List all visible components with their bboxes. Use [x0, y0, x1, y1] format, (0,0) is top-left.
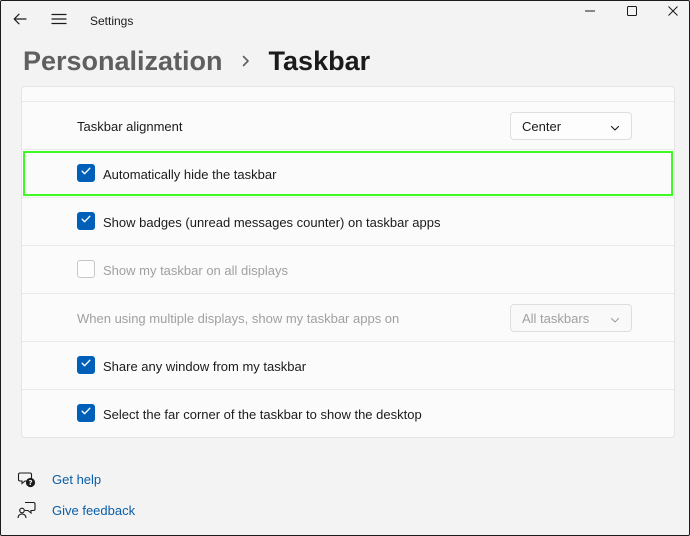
multi-display-dropdown[interactable]: All taskbars — [510, 304, 632, 332]
chevron-down-icon — [610, 121, 620, 136]
setting-row-badges[interactable]: Show badges (unread messages counter) on… — [22, 197, 674, 246]
minimize-icon — [584, 4, 596, 22]
setting-row-auto-hide[interactable]: Automatically hide the taskbar — [22, 149, 674, 198]
setting-row-multi-display: When using multiple displays, show my ta… — [22, 293, 674, 342]
svg-text:?: ? — [28, 479, 32, 487]
navigation-menu-button[interactable] — [43, 7, 75, 35]
back-arrow-icon — [12, 11, 28, 32]
give-feedback-link[interactable]: Give feedback — [17, 498, 135, 522]
chevron-right-icon — [241, 54, 251, 68]
maximize-icon — [626, 4, 638, 22]
auto-hide-label: Automatically hide the taskbar — [103, 166, 277, 182]
setting-row-all-displays: Show my taskbar on all displays — [22, 245, 674, 294]
checkmark-icon — [80, 164, 92, 182]
app-title: Settings — [90, 14, 134, 28]
settings-window: Settings Personalization Taskbar Taskbar… — [0, 0, 690, 536]
taskbar-alignment-label: Taskbar alignment — [77, 118, 183, 134]
multi-display-value: All taskbars — [522, 310, 590, 326]
help-icon: ? — [17, 469, 37, 489]
setting-row-taskbar-alignment: Taskbar alignment Center — [22, 101, 674, 150]
badges-checkbox[interactable] — [77, 212, 95, 230]
get-help-link[interactable]: ? Get help — [17, 467, 101, 491]
checkmark-icon — [80, 212, 92, 230]
title-bar: Settings — [1, 1, 689, 41]
taskbar-alignment-value: Center — [522, 118, 562, 134]
setting-row-share-window[interactable]: Share any window from my taskbar — [22, 341, 674, 390]
hamburger-menu-icon — [51, 12, 67, 31]
chevron-down-icon — [610, 313, 620, 328]
checkmark-icon — [80, 404, 92, 422]
close-button[interactable] — [659, 1, 687, 25]
far-corner-checkbox[interactable] — [77, 404, 95, 422]
share-window-label: Share any window from my taskbar — [103, 358, 307, 374]
back-button[interactable] — [4, 7, 36, 35]
share-window-checkbox[interactable] — [77, 356, 95, 374]
taskbar-alignment-dropdown[interactable]: Center — [510, 112, 632, 140]
get-help-label: Get help — [52, 471, 102, 487]
page-title: Taskbar — [268, 45, 371, 76]
close-icon — [667, 4, 679, 22]
give-feedback-label: Give feedback — [52, 502, 136, 518]
far-corner-label: Select the far corner of the taskbar to … — [103, 406, 422, 422]
multi-display-label: When using multiple displays, show my ta… — [77, 310, 400, 326]
breadcrumb-parent-personalization[interactable]: Personalization — [23, 46, 223, 77]
breadcrumb: Personalization Taskbar — [23, 41, 370, 81]
all-displays-label: Show my taskbar on all displays — [103, 262, 288, 278]
badges-label: Show badges (unread messages counter) on… — [103, 214, 441, 230]
all-displays-checkbox[interactable] — [77, 260, 95, 278]
checkmark-icon — [80, 356, 92, 374]
setting-row-far-corner[interactable]: Select the far corner of the taskbar to … — [22, 389, 674, 437]
feedback-icon — [17, 500, 37, 520]
maximize-button[interactable] — [616, 1, 648, 25]
auto-hide-checkbox[interactable] — [77, 164, 95, 182]
minimize-button[interactable] — [574, 1, 606, 25]
taskbar-behaviors-card: Taskbar alignment Center Automatically h… — [21, 86, 675, 438]
